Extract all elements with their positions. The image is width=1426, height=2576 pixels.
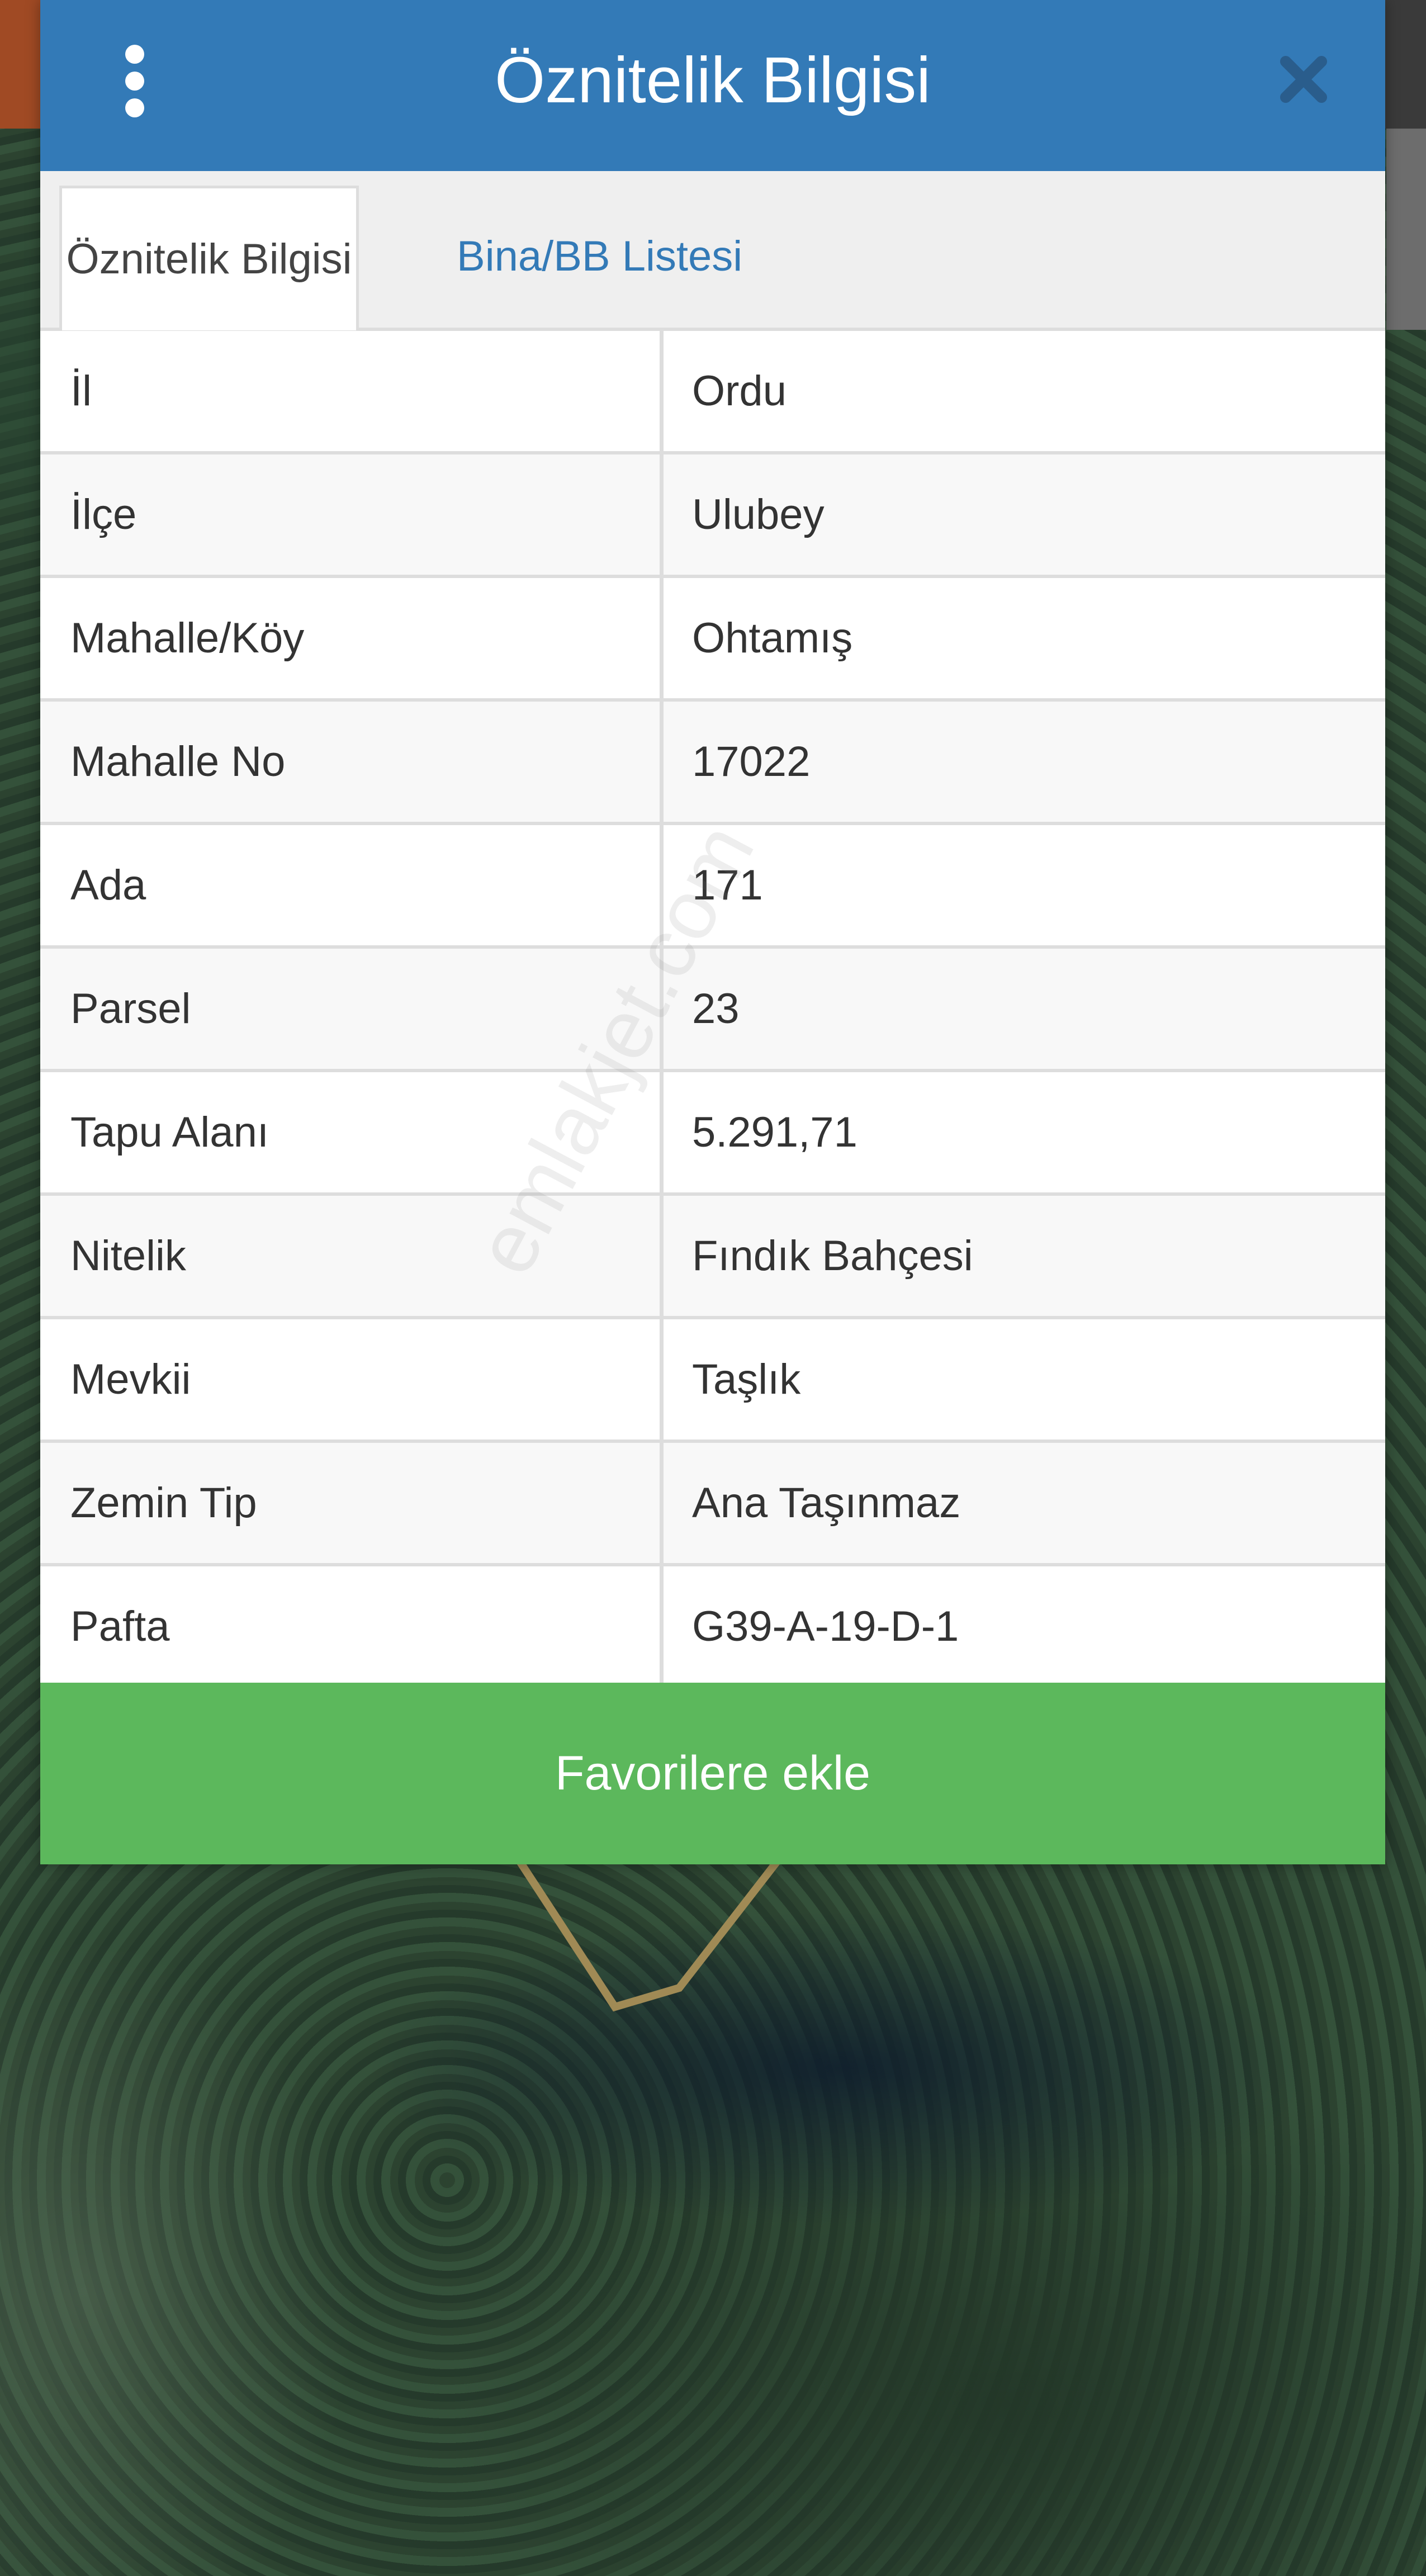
table-row: Parsel 23 <box>40 949 1385 1072</box>
attribute-label: İlçe <box>70 491 137 538</box>
tab-bar: Öznitelik Bilgisi Bina/BB Listesi <box>40 171 1385 331</box>
attribute-label: Parsel <box>70 985 191 1033</box>
table-row: Nitelik Fındık Bahçesi <box>40 1196 1385 1319</box>
table-row: Mahalle/Köy Ohtamış <box>40 578 1385 702</box>
more-vertical-icon[interactable] <box>119 45 152 117</box>
attribute-label: Ada <box>70 861 146 909</box>
attribute-value: 23 <box>692 985 740 1033</box>
dialog-header: Öznitelik Bilgisi <box>40 0 1385 171</box>
attribute-value: Ohtamış <box>692 614 853 662</box>
attribute-label: Mevkii <box>70 1356 191 1403</box>
attribute-value: Ana Taşınmaz <box>692 1479 961 1527</box>
table-row: Mevkii Taşlık <box>40 1319 1385 1443</box>
table-row: İl Ordu <box>40 331 1385 454</box>
attribute-value: 17022 <box>692 738 811 785</box>
table-row: Tapu Alanı 5.291,71 <box>40 1072 1385 1196</box>
table-row: Mahalle No 17022 <box>40 702 1385 825</box>
attribute-label: Mahalle No <box>70 738 286 785</box>
table-row: Zemin Tip Ana Taşınmaz <box>40 1443 1385 1566</box>
attribute-label: Tapu Alanı <box>70 1109 269 1156</box>
column-divider <box>660 454 664 575</box>
attribute-value: Taşlık <box>692 1356 801 1403</box>
table-row: İlçe Ulubey <box>40 454 1385 578</box>
add-to-favorites-button[interactable]: Favorilere ekle <box>40 1683 1385 1864</box>
attribute-value: Ulubey <box>692 491 825 538</box>
attribute-value: Ordu <box>692 367 787 415</box>
attribute-value: 171 <box>692 861 763 909</box>
table-row: Ada 171 <box>40 825 1385 949</box>
attribute-value: G39-A-19-D-1 <box>692 1603 959 1650</box>
column-divider <box>660 949 664 1069</box>
column-divider <box>660 1319 664 1439</box>
parcel-outline <box>517 1859 780 2012</box>
attribute-label: Pafta <box>70 1603 170 1650</box>
attribute-label: Nitelik <box>70 1232 186 1280</box>
table-row: Pafta G39-A-19-D-1 <box>40 1566 1385 1687</box>
tab-attribute-info[interactable]: Öznitelik Bilgisi <box>59 186 359 330</box>
column-divider <box>660 1443 664 1563</box>
attribute-info-dialog: Öznitelik Bilgisi Öznitelik Bilgisi Bina… <box>40 0 1385 1864</box>
column-divider <box>660 578 664 698</box>
column-divider <box>660 825 664 945</box>
attribute-value: Fındık Bahçesi <box>692 1232 973 1280</box>
column-divider <box>660 1196 664 1316</box>
attribute-value: 5.291,71 <box>692 1109 858 1156</box>
tab-building-list[interactable]: Bina/BB Listesi <box>457 186 742 328</box>
column-divider <box>660 1072 664 1192</box>
attribute-label: Mahalle/Köy <box>70 614 305 662</box>
column-divider <box>660 331 664 451</box>
close-icon[interactable] <box>1276 51 1332 107</box>
dialog-title: Öznitelik Bilgisi <box>495 44 931 116</box>
column-divider <box>660 702 664 822</box>
column-divider <box>660 1566 664 1687</box>
attribute-label: Zemin Tip <box>70 1479 257 1527</box>
attribute-label: İl <box>70 367 92 415</box>
